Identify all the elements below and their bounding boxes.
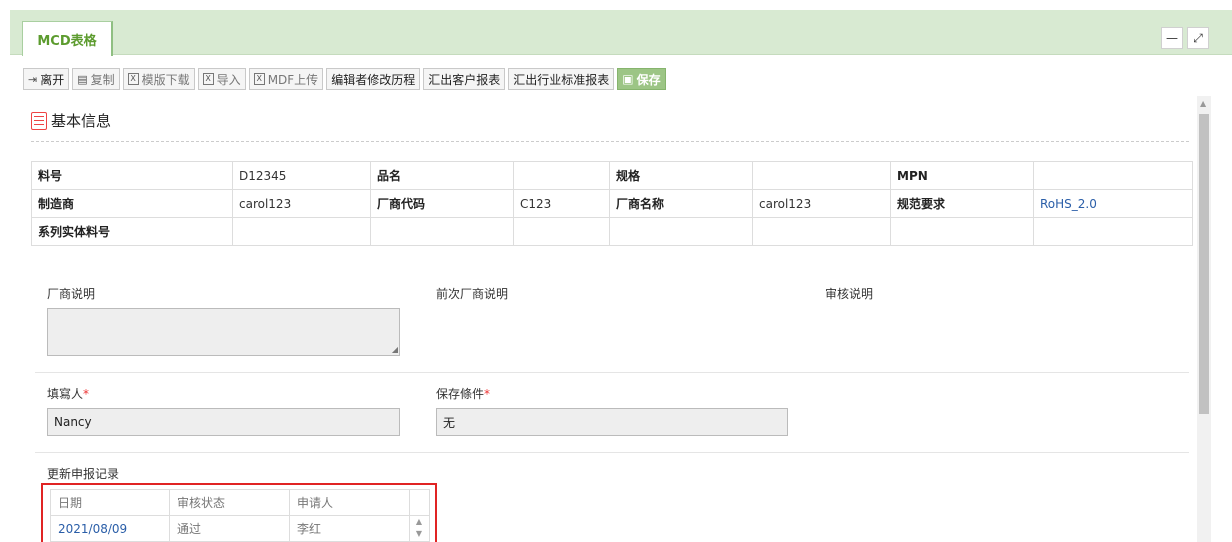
- form-content: 基本信息 料号 D12345 品名 规格 MPN 制造商 carol123 厂商…: [23, 96, 1193, 542]
- divider: [35, 452, 1189, 453]
- excel-icon: X: [127, 73, 139, 85]
- save-icon: ▣: [622, 72, 634, 86]
- record-applicant: 李红: [289, 515, 410, 542]
- page-scrollbar[interactable]: ▲: [1197, 96, 1211, 542]
- edit-history-label: 编辑者修改历程: [331, 72, 416, 87]
- records-title: 更新申报记录: [47, 467, 120, 481]
- info-value: C123: [513, 189, 610, 218]
- maximize-button[interactable]: ⤢: [1187, 27, 1209, 49]
- table-row: 系列实体料号: [31, 217, 1193, 246]
- grid-scrollbar[interactable]: ▲ ▼: [410, 516, 428, 542]
- info-value: [890, 217, 1034, 246]
- filler-label-text: 填寫人: [47, 387, 84, 401]
- list-icon: [31, 111, 47, 130]
- records-grid-highlight: 日期 审核状态 申请人 2021/08/09 通过 李红 ▲ ▼: [41, 483, 437, 542]
- info-label: 系列实体料号: [31, 217, 233, 246]
- import-label: 导入: [216, 72, 241, 87]
- info-value: [1033, 217, 1193, 246]
- tab-bar: MCD表格 — ⤢: [10, 10, 1232, 56]
- save-label: 保存: [636, 72, 661, 87]
- info-value: [370, 217, 514, 246]
- storage-label-text: 保存條件: [436, 387, 485, 401]
- info-label: 料号: [31, 161, 233, 190]
- filler-label: 填寫人*: [47, 385, 89, 402]
- section-title: 基本信息: [51, 112, 112, 130]
- excel-icon: X: [253, 73, 265, 85]
- info-value: [752, 161, 891, 190]
- vendor-note-textarea[interactable]: ◢: [47, 308, 400, 356]
- info-label: 品名: [370, 161, 514, 190]
- info-value: [232, 217, 371, 246]
- info-label: 厂商代码: [370, 189, 514, 218]
- divider: [35, 372, 1189, 373]
- info-label: 厂商名称: [609, 189, 753, 218]
- filler-input[interactable]: Nancy: [47, 408, 400, 436]
- info-value: carol123: [232, 189, 371, 218]
- exit-icon: ⇥: [28, 72, 38, 86]
- info-label: 规格: [609, 161, 753, 190]
- review-note-label: 审核说明: [825, 287, 874, 301]
- info-value: D12345: [232, 161, 371, 190]
- basic-info-table: 料号 D12345 品名 规格 MPN 制造商 carol123 厂商代码 C1…: [31, 161, 1193, 246]
- save-button[interactable]: ▣ 保存: [617, 68, 666, 90]
- scroll-up-icon[interactable]: ▲: [1200, 99, 1206, 108]
- records-grid: 日期 审核状态 申请人 2021/08/09 通过 李红: [50, 489, 430, 542]
- export-customer-label: 汇出客户报表: [428, 72, 501, 87]
- resize-handle-icon[interactable]: ◢: [392, 345, 398, 354]
- info-value: [609, 217, 753, 246]
- table-row: 制造商 carol123 厂商代码 C123 厂商名称 carol123 规范要…: [31, 189, 1193, 218]
- export-industry-label: 汇出行业标准报表: [513, 72, 610, 87]
- info-label: 制造商: [31, 189, 233, 218]
- required-mark: *: [484, 387, 491, 401]
- record-date-link[interactable]: 2021/08/09: [50, 515, 170, 542]
- info-label: 规范要求: [890, 189, 1034, 218]
- mcd-window: MCD表格 — ⤢ ⇥ 离开 ▤ 复制 X 模版下载 X 导入 X MDF上传 编辑者修改…: [10, 10, 1232, 542]
- info-value: [513, 217, 610, 246]
- copy-button[interactable]: ▤ 复制: [72, 68, 120, 90]
- export-industry-report-button[interactable]: 汇出行业标准报表: [508, 68, 615, 90]
- section-header: 基本信息: [31, 110, 111, 131]
- table-row: 料号 D12345 品名 规格 MPN: [31, 161, 1193, 190]
- info-value: [1033, 161, 1193, 190]
- info-value: carol123: [752, 189, 891, 218]
- tab-mcd-form[interactable]: MCD表格: [22, 21, 113, 56]
- import-button[interactable]: X 导入: [197, 68, 246, 90]
- leave-label: 离开: [40, 72, 65, 87]
- grid-header-date[interactable]: 日期: [50, 489, 170, 516]
- grid-header-spacer: [409, 489, 430, 516]
- mdf-upload-button[interactable]: X MDF上传: [248, 68, 324, 90]
- required-mark: *: [83, 387, 90, 401]
- divider: [31, 141, 1189, 142]
- minimize-icon: —: [1166, 31, 1178, 45]
- scroll-thumb[interactable]: [1199, 114, 1209, 414]
- scroll-down-icon[interactable]: ▼: [416, 529, 422, 538]
- copy-label: 复制: [90, 72, 115, 87]
- toolbar: ⇥ 离开 ▤ 复制 X 模版下载 X 导入 X MDF上传 编辑者修改历程 汇出客户报表 …: [23, 68, 666, 90]
- grid-header-row: 日期 审核状态 申请人: [50, 489, 430, 516]
- record-status: 通过: [169, 515, 290, 542]
- vendor-note-label: 厂商说明: [47, 287, 96, 301]
- scroll-up-icon[interactable]: ▲: [416, 517, 422, 526]
- info-value: [752, 217, 891, 246]
- prev-vendor-note-label: 前次厂商说明: [436, 287, 509, 301]
- leave-button[interactable]: ⇥ 离开: [23, 68, 70, 90]
- minimize-button[interactable]: —: [1161, 27, 1183, 49]
- template-download-label: 模版下载: [141, 72, 190, 87]
- edit-history-button[interactable]: 编辑者修改历程: [326, 68, 421, 90]
- info-label: MPN: [890, 161, 1034, 190]
- spec-link[interactable]: RoHS_2.0: [1033, 189, 1193, 218]
- copy-icon: ▤: [77, 72, 88, 86]
- info-value: [513, 161, 610, 190]
- grid-header-applicant[interactable]: 申请人: [289, 489, 410, 516]
- storage-condition-input[interactable]: 无: [436, 408, 788, 436]
- grid-header-status[interactable]: 审核状态: [169, 489, 290, 516]
- maximize-icon: ⤢: [1193, 30, 1203, 45]
- excel-icon: X: [202, 73, 214, 85]
- storage-label: 保存條件*: [436, 385, 490, 402]
- table-row[interactable]: 2021/08/09 通过 李红: [50, 515, 430, 542]
- mdf-upload-label: MDF上传: [267, 72, 319, 87]
- template-download-button[interactable]: X 模版下载: [122, 68, 195, 90]
- export-customer-report-button[interactable]: 汇出客户报表: [423, 68, 506, 90]
